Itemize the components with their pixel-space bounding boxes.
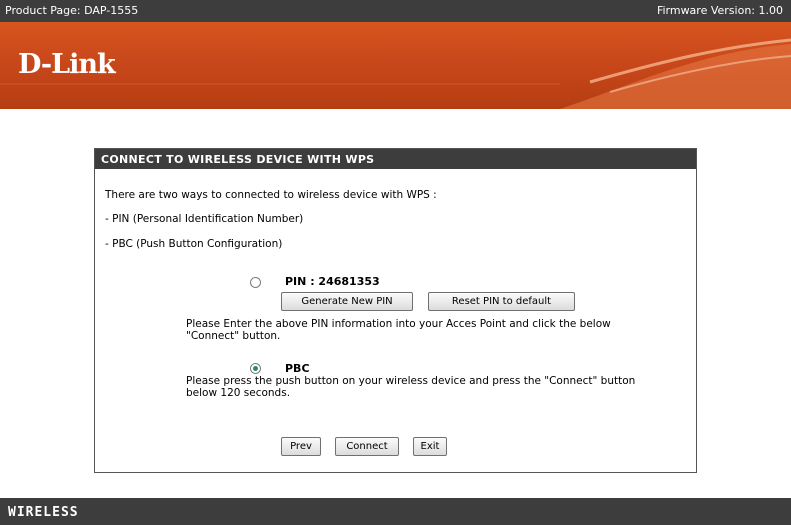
pin-radio[interactable]: [250, 277, 261, 288]
connect-button[interactable]: Connect: [335, 437, 399, 456]
pbc-radio[interactable]: [250, 363, 261, 374]
dlink-logo: D-Link: [18, 49, 116, 80]
reset-pin-button[interactable]: Reset PIN to default: [428, 292, 575, 311]
pbc-instruction-line1: Please press the push button on your wir…: [186, 375, 636, 387]
pbc-instruction-line2: below 120 seconds.: [186, 387, 291, 399]
product-page-label: Product Page: DAP-1555: [5, 4, 139, 17]
intro-text: There are two ways to connected to wirel…: [105, 189, 437, 201]
pin-instruction-line1: Please Enter the above PIN information i…: [186, 318, 611, 330]
exit-button[interactable]: Exit: [413, 437, 447, 456]
banner-swoosh-graphic: [0, 38, 791, 109]
method-pin-text: - PIN (Personal Identification Number): [105, 213, 304, 225]
method-pbc-text: - PBC (Push Button Configuration): [105, 238, 283, 250]
firmware-version-label: Firmware Version: 1.00: [656, 4, 783, 17]
wps-panel: CONNECT TO WIRELESS DEVICE WITH WPS Ther…: [94, 148, 697, 473]
generate-new-pin-button[interactable]: Generate New PIN: [281, 292, 413, 311]
footer-bar: WIRELESS: [0, 498, 791, 525]
prev-button[interactable]: Prev: [281, 437, 321, 456]
top-bar: Product Page: DAP-1555 Firmware Version:…: [0, 0, 791, 22]
header-banner: D-Link: [0, 22, 791, 109]
pbc-label: PBC: [285, 362, 310, 375]
panel-title: CONNECT TO WIRELESS DEVICE WITH WPS: [95, 149, 696, 169]
wireless-footer-label: WIRELESS: [8, 505, 79, 520]
pin-label: PIN : 24681353: [285, 275, 380, 288]
pin-instruction-line2: "Connect" button.: [186, 330, 281, 342]
